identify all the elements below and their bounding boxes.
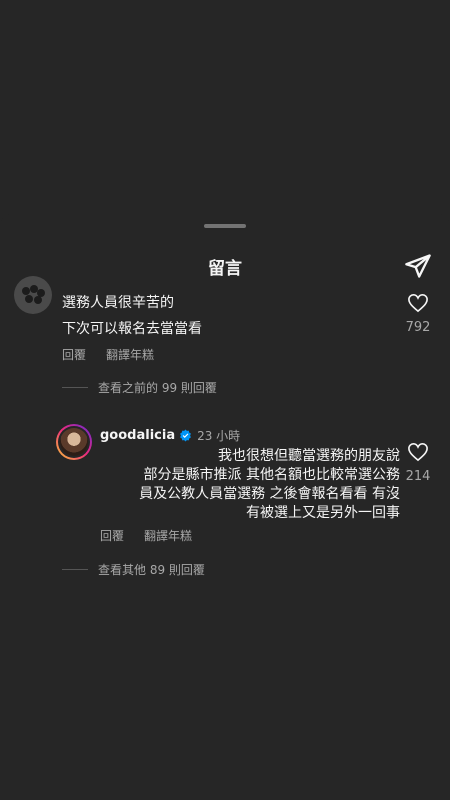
translate-button[interactable]: 翻譯年糕: [144, 527, 192, 544]
comment-text: 選務人員很辛苦的 下次可以報名去當當看: [62, 290, 202, 342]
sheet-grabber[interactable]: [204, 224, 246, 228]
reply-button[interactable]: 回覆: [62, 346, 86, 363]
view-replies-button[interactable]: 查看之前的 99 則回覆: [62, 379, 217, 396]
reply-actions: 回覆 翻譯年糕: [100, 527, 192, 544]
reply-text: 我也很想但聽當選務的朋友說 部分是縣市推派 其他名額也比較常選公務 員及公教人員…: [100, 447, 400, 523]
like-count: 214: [405, 469, 431, 484]
avatar-photo: [60, 428, 88, 456]
timestamp: 23 小時: [197, 429, 241, 443]
reply-divider: [62, 387, 88, 388]
comment-line: 選務人員很辛苦的: [62, 295, 174, 311]
verified-badge-icon: [180, 429, 192, 442]
reply-button[interactable]: 回覆: [100, 527, 124, 544]
username[interactable]: goodalicia: [100, 428, 175, 443]
reply-line: 部分是縣市推派 其他名額也比較常選公務: [143, 467, 400, 483]
comment-line: 下次可以報名去當當看: [62, 321, 202, 337]
like-count: 792: [405, 320, 431, 335]
dimmed-backdrop[interactable]: [0, 0, 450, 218]
reply-divider: [62, 569, 88, 570]
comment-actions: 回覆 翻譯年糕: [62, 346, 154, 363]
reply-line: 員及公教人員當選務 之後會報名看看 有沒: [139, 486, 400, 502]
reply-line: 我也很想但聽當選務的朋友說: [218, 448, 400, 464]
commenter-avatar[interactable]: [14, 276, 52, 314]
reply-header: goodalicia 23 小時: [100, 427, 240, 444]
heart-outline-icon[interactable]: [407, 442, 429, 462]
view-replies-label: 查看其他 89 則回覆: [98, 563, 205, 577]
view-replies-label: 查看之前的 99 則回覆: [98, 381, 217, 395]
reply-avatar[interactable]: [56, 424, 92, 460]
heart-outline-icon[interactable]: [407, 293, 429, 313]
send-icon[interactable]: [404, 252, 432, 280]
view-more-replies-button[interactable]: 查看其他 89 則回覆: [62, 561, 205, 578]
sheet-title: 留言: [208, 259, 242, 279]
translate-button[interactable]: 翻譯年糕: [106, 346, 154, 363]
reply-line: 有被選上又是另外一回事: [246, 505, 400, 521]
